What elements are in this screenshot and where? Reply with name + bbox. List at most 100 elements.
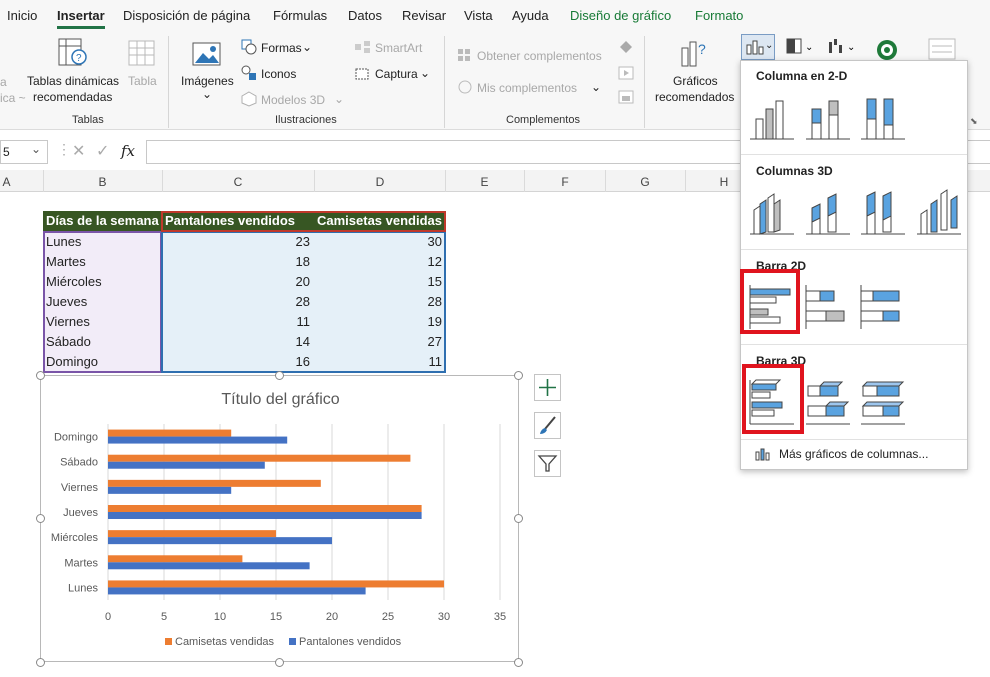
column-chart-small-icon [755, 447, 771, 464]
tab-disposicion[interactable]: Disposición de página [123, 8, 250, 23]
brush-icon [540, 416, 556, 434]
stacked-bar-icon[interactable] [804, 283, 852, 331]
column-header-e[interactable]: E [446, 175, 523, 189]
3d-100-stacked-column-icon[interactable] [859, 188, 907, 236]
partial-command-label-2: ica ~ [0, 91, 26, 105]
screenshot-icon [354, 66, 370, 85]
chart-area[interactable]: Título del gráfico 0 5 10 15 20 25 30 35 Lunes Mar… [40, 375, 519, 662]
column-header-a[interactable]: A [0, 175, 13, 189]
highlight-barra-2d [740, 269, 800, 334]
highlight-barra-3d [742, 364, 804, 434]
chart-styles-button[interactable] [534, 412, 561, 439]
chevron-down-icon[interactable]: ⌄ [31, 142, 41, 156]
resize-handle[interactable] [514, 658, 523, 667]
x-tick-label: 25 [382, 611, 394, 623]
section-title-column-2d: Columna en 2-D [756, 69, 848, 83]
stacked-column-icon[interactable] [804, 93, 852, 141]
table-button[interactable]: Tabla [128, 73, 157, 89]
svg-text:⌄: ⌄ [805, 42, 813, 53]
more-column-charts-link[interactable]: Más gráficos de columnas... [779, 447, 928, 461]
y-category-label: Lunes [68, 582, 98, 594]
x-tick-label: 0 [105, 611, 111, 623]
values-range-border [161, 231, 446, 373]
clustered-column-icon[interactable] [748, 93, 796, 141]
confirm-icon[interactable]: ✓ [96, 141, 109, 161]
tab-ayuda[interactable]: Ayuda [512, 8, 549, 23]
chart-elements-button[interactable] [534, 374, 561, 401]
images-caret[interactable]: ⌄ [202, 86, 212, 102]
insert-function-button[interactable]: fx [121, 142, 135, 160]
tab-inicio[interactable]: Inicio [7, 8, 37, 23]
legend-entry: Pantalones vendidos [299, 636, 402, 648]
3d-column-icon[interactable] [915, 188, 963, 236]
column-header-f[interactable]: F [525, 175, 605, 189]
column-header-g[interactable]: G [606, 175, 684, 189]
y-category-label: Jueves [63, 507, 98, 519]
resize-handle[interactable] [514, 514, 523, 523]
tab-datos[interactable]: Datos [348, 8, 382, 23]
100-stacked-bar-icon[interactable] [859, 283, 907, 331]
insert-column-chart-button[interactable]: ⌄ [741, 34, 775, 60]
my-addins-button[interactable]: Mis complementos [477, 80, 577, 96]
bar-camisetas [108, 479, 321, 487]
people-graph-icon [618, 90, 634, 107]
tab-revisar[interactable]: Revisar [402, 8, 446, 23]
column-header-b[interactable]: B [44, 175, 161, 189]
screenshot-button[interactable]: Captura [375, 66, 418, 82]
cancel-icon[interactable]: ✕ [72, 141, 85, 161]
column-header-d[interactable]: D [315, 175, 445, 189]
resize-handle[interactable] [36, 658, 45, 667]
pivot-table-icon: ? [58, 38, 88, 71]
bar-pantalones [108, 537, 332, 545]
3d-stacked-bar-icon[interactable] [804, 378, 852, 426]
shapes-button[interactable]: Formas [261, 40, 302, 56]
chart-title: Título del gráfico [221, 391, 339, 408]
store-icon [457, 48, 471, 65]
chart-filters-button[interactable] [534, 450, 561, 477]
icons-icon [241, 65, 257, 84]
3d-clustered-column-icon[interactable] [748, 188, 796, 236]
legend-entry: Camisetas vendidas [175, 636, 275, 648]
resize-handle[interactable] [275, 658, 284, 667]
icons-button[interactable]: Iconos [261, 66, 296, 82]
table-header-day[interactable]: Días de la semana [43, 211, 161, 231]
smartart-button[interactable]: SmartArt [375, 40, 422, 56]
bing-icon [618, 66, 634, 83]
tab-formato[interactable]: Formato [695, 8, 743, 23]
column-header-c[interactable]: C [163, 175, 313, 189]
group-label-ilustraciones: Ilustraciones [275, 114, 337, 126]
y-category-label: Martes [64, 557, 98, 569]
y-category-label: Sábado [60, 457, 98, 469]
tab-formulas[interactable]: Fórmulas [273, 8, 327, 23]
filter-icon [537, 455, 558, 472]
bar-pantalones [108, 512, 422, 519]
waterfall-chart-icon: ⌄ [828, 38, 858, 59]
100-stacked-column-icon[interactable] [859, 93, 907, 141]
3d-stacked-column-icon[interactable] [804, 188, 852, 236]
resize-handle[interactable] [514, 371, 523, 380]
visio-icon [618, 40, 634, 57]
3d-100-stacked-bar-icon[interactable] [859, 378, 907, 426]
models-3d-button[interactable]: Modelos 3D [261, 92, 325, 108]
shapes-icon [241, 39, 257, 58]
get-addins-button[interactable]: Obtener complementos [477, 48, 602, 64]
ribbon-separator [444, 36, 445, 128]
my-addins-icon [457, 80, 473, 97]
dialog-launcher-icon[interactable]: ⬊ [970, 116, 978, 127]
chevron-down-icon: ⌄ [591, 80, 602, 94]
tab-insertar[interactable]: Insertar [57, 8, 105, 29]
tab-vista[interactable]: Vista [464, 8, 493, 23]
group-label-tablas: Tablas [72, 114, 104, 126]
hierarchy-chart-icon: ⌄ [786, 38, 816, 59]
resize-handle[interactable] [36, 514, 45, 523]
resize-handle[interactable] [275, 371, 284, 380]
bar-camisetas [108, 530, 276, 538]
images-icon [192, 42, 222, 71]
resize-handle[interactable] [36, 371, 45, 380]
table-icon [128, 40, 156, 71]
recommended-charts-label-1: Gráficos [673, 74, 718, 88]
tab-diseno-grafico[interactable]: Diseño de gráfico [570, 8, 671, 23]
group-label-complementos: Complementos [506, 114, 580, 126]
svg-text:?: ? [698, 41, 706, 57]
chevron-down-icon: ⌄ [420, 66, 431, 80]
